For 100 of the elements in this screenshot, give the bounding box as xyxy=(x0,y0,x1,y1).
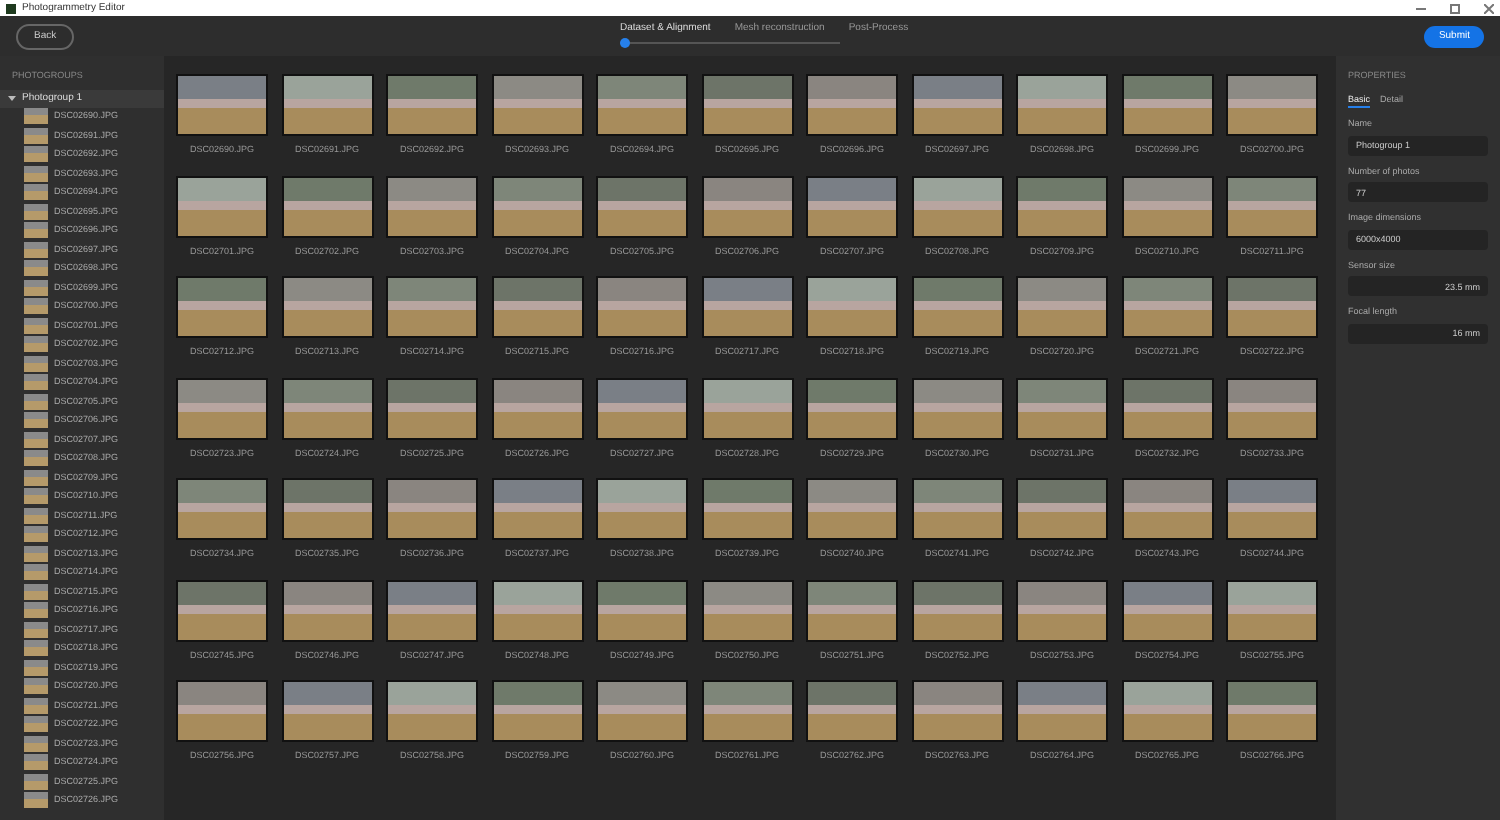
photo-placeholder[interactable] xyxy=(1226,377,1318,439)
photo-placeholder[interactable] xyxy=(596,579,688,641)
photo-thumbnail xyxy=(24,127,48,144)
photo-placeholder[interactable] xyxy=(911,579,1003,641)
photo-placeholder[interactable] xyxy=(911,276,1003,338)
photo-placeholder[interactable] xyxy=(596,680,688,742)
close-icon[interactable] xyxy=(1484,3,1494,13)
photo-placeholder[interactable] xyxy=(701,478,793,540)
photo-thumbnail xyxy=(24,393,48,410)
photo-placeholder[interactable] xyxy=(281,579,373,641)
photo-placeholder[interactable] xyxy=(386,680,478,742)
photo-placeholder[interactable] xyxy=(1121,478,1213,540)
photo-placeholder[interactable] xyxy=(1016,74,1108,136)
photo-placeholder[interactable] xyxy=(1226,74,1318,136)
photo-placeholder[interactable] xyxy=(911,478,1003,540)
photo-placeholder[interactable] xyxy=(806,175,898,237)
photo-placeholder[interactable] xyxy=(1226,175,1318,237)
photo-placeholder[interactable] xyxy=(1226,579,1318,641)
photo-placeholder[interactable] xyxy=(1016,377,1108,439)
maximize-icon[interactable] xyxy=(1450,3,1460,13)
photo-thumbnail xyxy=(24,298,48,315)
photo-placeholder[interactable] xyxy=(176,478,268,540)
photo-placeholder[interactable] xyxy=(806,276,898,338)
photo-thumbnail xyxy=(24,336,48,353)
photo-placeholder[interactable] xyxy=(1121,74,1213,136)
photo-placeholder[interactable] xyxy=(911,377,1003,439)
photo-placeholder[interactable] xyxy=(911,175,1003,237)
photo-thumbnail xyxy=(24,678,48,695)
step-indicator xyxy=(620,38,630,48)
photo-placeholder[interactable] xyxy=(806,377,898,439)
photo-placeholder[interactable] xyxy=(176,377,268,439)
photo-placeholder[interactable] xyxy=(1016,478,1108,540)
photo-placeholder[interactable] xyxy=(386,74,478,136)
photo-placeholder[interactable] xyxy=(701,680,793,742)
photo-placeholder[interactable] xyxy=(596,377,688,439)
photo-placeholder[interactable] xyxy=(1016,680,1108,742)
minimize-icon[interactable] xyxy=(1416,7,1426,9)
photo-placeholder[interactable] xyxy=(176,175,268,237)
photo-placeholder[interactable] xyxy=(701,74,793,136)
photo-placeholder[interactable] xyxy=(806,74,898,136)
photo-thumbnail xyxy=(24,108,48,125)
app-icon xyxy=(6,3,16,13)
photo-placeholder[interactable] xyxy=(491,74,583,136)
photo-placeholder[interactable] xyxy=(491,579,583,641)
photo-placeholder[interactable] xyxy=(701,377,793,439)
photo-placeholder[interactable] xyxy=(1226,478,1318,540)
photo-placeholder[interactable] xyxy=(1016,175,1108,237)
photo-placeholder[interactable] xyxy=(806,478,898,540)
photo-placeholder[interactable] xyxy=(386,175,478,237)
photo-thumbnail xyxy=(24,488,48,505)
photo-placeholder[interactable] xyxy=(176,276,268,338)
photo-placeholder[interactable] xyxy=(806,579,898,641)
photo-thumbnail xyxy=(24,355,48,372)
photo-thumbnail xyxy=(24,469,48,486)
photo-placeholder[interactable] xyxy=(281,175,373,237)
photo-placeholder[interactable] xyxy=(596,175,688,237)
photo-placeholder[interactable] xyxy=(596,478,688,540)
photo-thumbnail xyxy=(24,146,48,163)
photo-placeholder[interactable] xyxy=(176,74,268,136)
photo-placeholder[interactable] xyxy=(1121,377,1213,439)
photo-placeholder[interactable] xyxy=(386,478,478,540)
photo-thumbnail xyxy=(24,697,48,714)
photo-placeholder[interactable] xyxy=(1121,680,1213,742)
photo-placeholder[interactable] xyxy=(911,680,1003,742)
photo-placeholder[interactable] xyxy=(596,74,688,136)
photo-placeholder[interactable] xyxy=(701,175,793,237)
photo-placeholder[interactable] xyxy=(1121,276,1213,338)
photo-placeholder[interactable] xyxy=(491,276,583,338)
photo-thumbnail xyxy=(24,374,48,391)
photo-placeholder[interactable] xyxy=(806,680,898,742)
photo-thumbnail xyxy=(24,754,48,771)
photo-placeholder[interactable] xyxy=(1226,680,1318,742)
photo-placeholder[interactable] xyxy=(1016,579,1108,641)
photo-placeholder[interactable] xyxy=(596,276,688,338)
photo-placeholder[interactable] xyxy=(911,74,1003,136)
photo-placeholder[interactable] xyxy=(386,377,478,439)
photo-placeholder[interactable] xyxy=(281,377,373,439)
photo-placeholder[interactable] xyxy=(386,276,478,338)
photo-placeholder[interactable] xyxy=(176,579,268,641)
photo-placeholder[interactable] xyxy=(701,579,793,641)
photo-placeholder[interactable] xyxy=(386,579,478,641)
photo-thumbnail xyxy=(24,412,48,429)
photo-placeholder[interactable] xyxy=(281,478,373,540)
photo-placeholder[interactable] xyxy=(491,680,583,742)
photo-placeholder[interactable] xyxy=(281,276,373,338)
photo-thumbnail xyxy=(24,602,48,619)
photo-placeholder[interactable] xyxy=(281,74,373,136)
photo-placeholder[interactable] xyxy=(701,276,793,338)
photo-placeholder[interactable] xyxy=(281,680,373,742)
photo-placeholder[interactable] xyxy=(1016,276,1108,338)
photo-placeholder[interactable] xyxy=(491,377,583,439)
photo-placeholder[interactable] xyxy=(1121,175,1213,237)
photo-placeholder[interactable] xyxy=(1226,276,1318,338)
photo-thumbnail xyxy=(24,260,48,277)
photo-placeholder[interactable] xyxy=(1121,579,1213,641)
photo-placeholder[interactable] xyxy=(491,478,583,540)
photo-placeholder[interactable] xyxy=(491,175,583,237)
photo-thumbnail xyxy=(24,222,48,239)
photo-placeholder[interactable] xyxy=(176,680,268,742)
photo-thumbnail xyxy=(24,431,48,448)
